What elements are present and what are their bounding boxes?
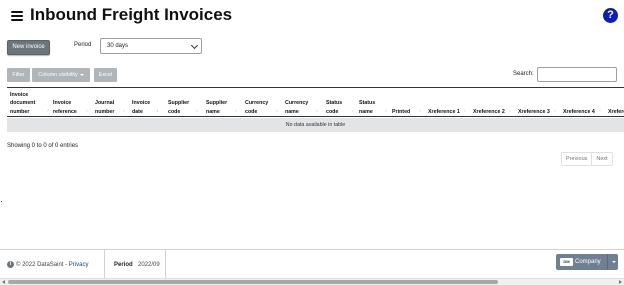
company-label: Company — [575, 259, 601, 265]
column-header-journal-number[interactable]: Journal number ↑↓ — [95, 90, 127, 117]
company-split-divider — [607, 254, 608, 270]
table-header-row: Invoice document number ↑↓ Invoice refere… — [7, 87, 624, 117]
table-info: Showing 0 to 0 of 0 entries — [7, 143, 79, 149]
sort-icon: ↑↓ — [598, 107, 601, 113]
scrollbar-thumb[interactable] — [8, 280, 498, 284]
page-header: Inbound Freight Invoices ? — [0, 0, 624, 32]
footer-period-value: 2022/09 — [138, 262, 160, 268]
column-header-invoice-document-number[interactable]: Invoice document number ↑↓ — [10, 90, 50, 117]
question-circle-icon[interactable]: ? — [603, 8, 618, 23]
copyright-label: © 2022 DataSaint - — [16, 262, 69, 268]
column-header-supplier-name[interactable]: Supplier name ↑↓ — [206, 90, 240, 117]
page-title: Inbound Freight Invoices — [30, 5, 233, 24]
sort-icon: ↑↓ — [553, 107, 556, 113]
footer-divider — [165, 250, 166, 280]
caret-down-icon — [79, 73, 84, 76]
copyright-text: © 2022 DataSaint - Privacy — [16, 262, 88, 268]
footer-divider — [104, 250, 105, 280]
previous-page-button[interactable]: Previous — [562, 153, 592, 165]
column-header-xreference-2[interactable]: Xreference 2 ↑↓ — [473, 90, 513, 117]
hamburger-icon[interactable] — [11, 11, 23, 21]
excel-export-button[interactable]: Excel — [94, 68, 117, 82]
sort-icon: ↑↓ — [384, 107, 387, 113]
column-header-xreference-3[interactable]: Xreference 3 ↑↓ — [518, 90, 558, 117]
new-invoice-button[interactable]: New invoice — [7, 40, 50, 55]
column-header-status-name[interactable]: Status name ↑↓ — [359, 90, 388, 117]
sort-icon: ↑↓ — [195, 107, 198, 113]
column-header-currency-code[interactable]: Currency code ↑↓ — [245, 90, 281, 117]
horizontal-scrollbar[interactable] — [0, 278, 624, 285]
sort-icon: ↑↓ — [122, 107, 125, 113]
footer-period-label: Period — [114, 262, 133, 268]
chevron-down-icon — [190, 41, 199, 50]
sort-icon: ↑↓ — [463, 107, 466, 113]
caret-down-icon[interactable] — [612, 261, 616, 263]
column-header-printed[interactable]: Printed ↑↓ — [392, 90, 424, 117]
empty-table-row: No data available in table — [7, 118, 624, 132]
sort-icon: ↑↓ — [351, 107, 354, 113]
sort-icon: ↑↓ — [46, 107, 49, 113]
search-label: Search: — [513, 71, 534, 77]
sort-icon: ↑↓ — [508, 107, 511, 113]
sort-icon: ↑↓ — [315, 107, 318, 113]
privacy-link[interactable]: Privacy — [69, 262, 89, 268]
sort-desc-icon: ↓ — [156, 107, 158, 113]
period-select[interactable]: 30 days — [100, 38, 202, 54]
period-select-value: 30 days — [107, 43, 129, 49]
company-badge: DM — [560, 258, 573, 266]
search-input[interactable] — [537, 67, 617, 82]
scroll-right-icon[interactable] — [619, 280, 622, 284]
sort-icon: ↑↓ — [418, 107, 421, 113]
filter-button[interactable]: Filter — [7, 68, 30, 82]
invoices-table: Invoice document number ↑↓ Invoice refere… — [7, 87, 624, 133]
scroll-left-icon[interactable] — [2, 280, 5, 284]
next-page-button[interactable]: Next — [591, 153, 612, 165]
info-circle-icon: i — [7, 261, 14, 268]
column-header-currency-name[interactable]: Currency name ↑↓ — [285, 90, 321, 117]
company-button[interactable]: DM Company — [556, 254, 618, 270]
column-header-supplier-code[interactable]: Supplier code ↑↓ — [168, 90, 202, 117]
page-footer: i © 2022 DataSaint - Privacy Period 2022… — [0, 249, 624, 280]
column-header-xreference-4[interactable]: Xreference 4 ↑↓ — [563, 90, 603, 117]
column-visibility-label: Column visibility — [38, 72, 78, 78]
column-header-invoice-date[interactable]: Invoice date ↓ — [132, 90, 162, 117]
period-label: Period — [74, 42, 92, 48]
sort-icon: ↑↓ — [275, 107, 278, 113]
pagination: Previous Next — [561, 152, 613, 166]
column-header-xreference-5[interactable]: Xreference 5 — [608, 90, 624, 117]
column-header-status-code[interactable]: Status code ↑↓ — [326, 90, 355, 117]
column-header-xreference-1[interactable]: Xreference 1 ↑↓ — [428, 90, 468, 117]
column-visibility-button[interactable]: Column visibility — [32, 68, 90, 82]
sort-icon: ↑↓ — [234, 107, 237, 113]
column-header-invoice-reference[interactable]: Invoice reference ↑↓ — [53, 90, 91, 117]
stray-dot — [1, 201, 2, 202]
sort-icon: ↑↓ — [85, 107, 88, 113]
